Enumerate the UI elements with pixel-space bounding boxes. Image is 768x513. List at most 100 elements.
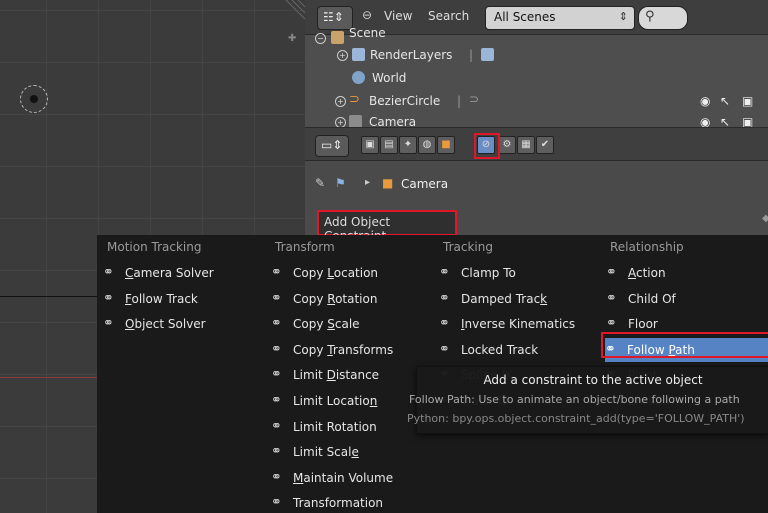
world-icon: [352, 71, 365, 84]
data-tab-icon[interactable]: ▦: [517, 136, 535, 154]
search-icon: ⚲: [645, 9, 655, 24]
outliner-row-label: BezierCircle: [369, 94, 441, 108]
constraint-tab-highlight: [474, 133, 500, 159]
chevron-icon: ◆: [762, 213, 768, 224]
editor-type-icon: ☷⇕: [323, 10, 344, 24]
constraint-link-icon: ⚭: [271, 393, 282, 408]
column-header-transform: Transform: [275, 240, 335, 254]
outliner-row-beziercircle[interactable]: + ⊃ BezierCircle | ⊃ ◉ ↖ ▣: [305, 91, 768, 111]
search-input[interactable]: ⚲: [638, 6, 688, 30]
menu-item-label: Locked Track: [461, 342, 539, 357]
area-split-corner-icon[interactable]: [280, 0, 305, 25]
constraint-link-icon: ⚭: [439, 290, 450, 306]
modifiers-tab-icon[interactable]: ⚙: [498, 136, 516, 154]
menu-item-label: Copy Scale: [293, 317, 360, 332]
toolshelf-plus-icon[interactable]: ✚: [288, 33, 296, 44]
outliner-row-renderlayers[interactable]: + RenderLayers |: [305, 45, 768, 65]
world-tab-icon[interactable]: ◍: [418, 136, 436, 154]
physics-tab-icon[interactable]: ✔: [536, 136, 554, 154]
constraint-link-icon: ⚭: [271, 341, 282, 357]
view-toggle-icon[interactable]: ⊖: [362, 8, 372, 22]
constraint-link-icon: ⚭: [606, 290, 617, 306]
constraint-link-icon: ⚭: [439, 265, 450, 280]
menu-item-label: Follow Track: [125, 291, 198, 306]
object-icon: ■: [382, 176, 394, 190]
tooltip-python: Python: bpy.ops.object.constraint_add(ty…: [407, 412, 745, 425]
menu-item-label: Child Of: [628, 291, 676, 306]
render-tab-icon[interactable]: ▣: [361, 136, 379, 154]
render-layers-tab-icon[interactable]: ▤: [380, 136, 398, 154]
tooltip: Add a constraint to the active object Fo…: [407, 366, 768, 434]
menu-item-label: Floor: [628, 317, 658, 332]
scene-icon: [331, 31, 344, 44]
separator: |: [457, 94, 462, 108]
constraint-link-icon: ⚭: [271, 444, 282, 460]
menu-item-label: Maintain Volume: [293, 470, 394, 485]
editor-type-button[interactable]: ▭⇕: [315, 135, 349, 157]
constraint-link-icon: ⚭: [606, 265, 617, 280]
chevron-right-icon: ▸: [365, 177, 371, 188]
constraint-link-icon: ⚭: [439, 341, 450, 357]
visibility-eye-icon[interactable]: ◉: [700, 94, 710, 108]
constraint-link-icon: ⚭: [271, 418, 282, 434]
outliner-row-camera[interactable]: + Camera ◉ ↖ ▣: [305, 112, 768, 127]
render-camera-icon[interactable]: ▣: [742, 115, 753, 127]
menu-search[interactable]: Search: [428, 9, 469, 23]
camera-icon: [349, 115, 362, 127]
follow-path-highlight: [601, 332, 768, 358]
object-tab-icon[interactable]: ■: [437, 136, 455, 154]
constraint-link-icon: ⚭: [103, 290, 114, 306]
select-arrow-icon[interactable]: ↖: [720, 115, 730, 127]
constraint-link-icon: ⚭: [606, 316, 617, 332]
menu-item-label: Damped Track: [461, 291, 548, 306]
constraint-link-icon: ⚭: [439, 316, 450, 332]
light-icon: [20, 85, 48, 113]
curve-data-icon: ⊃: [469, 92, 480, 106]
display-mode-label: All Scenes: [494, 10, 556, 24]
visibility-eye-icon[interactable]: ◉: [700, 115, 710, 127]
pin-icon[interactable]: ✎: [315, 176, 325, 190]
render-layers-icon: [481, 48, 494, 61]
menu-item-label: Copy Transforms: [293, 342, 394, 357]
menu-item-label: Transformation: [293, 496, 384, 511]
object-edge-line: [0, 296, 100, 297]
constraint-link-icon: ⚭: [271, 495, 282, 511]
add-object-constraint-button[interactable]: Add Object Constraint: [317, 210, 457, 243]
menu-item-label: Clamp To: [461, 266, 516, 280]
outliner-row-label: World: [372, 71, 407, 85]
constraint-link-icon: ⚭: [271, 316, 282, 332]
editor-type-button[interactable]: ☷⇕: [317, 6, 353, 30]
render-camera-icon[interactable]: ▣: [742, 94, 753, 108]
menu-item-label: Inverse Kinematics: [461, 317, 576, 332]
expand-icon[interactable]: +: [335, 96, 346, 107]
render-layers-icon: [352, 48, 365, 61]
column-header-relationship: Relationship: [610, 240, 684, 254]
menu-item-label: Copy Rotation: [293, 291, 378, 306]
menu-item-label: Limit Scale: [293, 445, 359, 460]
menu-item-label: Copy Location: [293, 266, 379, 280]
outliner-row-label: Camera: [369, 115, 417, 127]
outliner-row-world[interactable]: World: [305, 68, 768, 88]
menu-item-label: Limit Location: [293, 394, 378, 408]
select-arrow-icon[interactable]: ↖: [720, 94, 730, 108]
menu-view[interactable]: View: [384, 9, 412, 23]
dropdown-arrows-icon: ⇕: [618, 10, 628, 23]
separator: |: [469, 48, 474, 62]
display-mode-select[interactable]: All Scenes ⇕: [485, 6, 635, 30]
editor-type-icon: ▭⇕: [321, 138, 343, 152]
properties-tabs-bar: ▭⇕ ▣ ▤ ✦ ◍ ■ ⊘ ⚙ ▦ ✔: [305, 128, 768, 161]
column-header-tracking: Tracking: [443, 240, 493, 254]
outliner-row-label: Scene: [349, 26, 386, 40]
tooltip-description: Follow Path: Use to animate an object/bo…: [409, 393, 740, 406]
constraint-link-icon: ⚭: [271, 367, 282, 383]
scene-tab-icon[interactable]: ✦: [399, 136, 417, 154]
expand-icon[interactable]: +: [337, 50, 348, 61]
menu-item-label: Camera Solver: [125, 266, 214, 280]
expand-icon[interactable]: +: [335, 117, 346, 127]
collapse-icon[interactable]: −: [315, 33, 326, 44]
x-axis-line: [0, 377, 100, 378]
outliner-row-label: RenderLayers: [370, 48, 453, 62]
constraint-link-icon: ⚭: [103, 265, 114, 280]
menu-item-label: Action: [628, 266, 666, 280]
menu-item-label: Object Solver: [125, 317, 206, 332]
